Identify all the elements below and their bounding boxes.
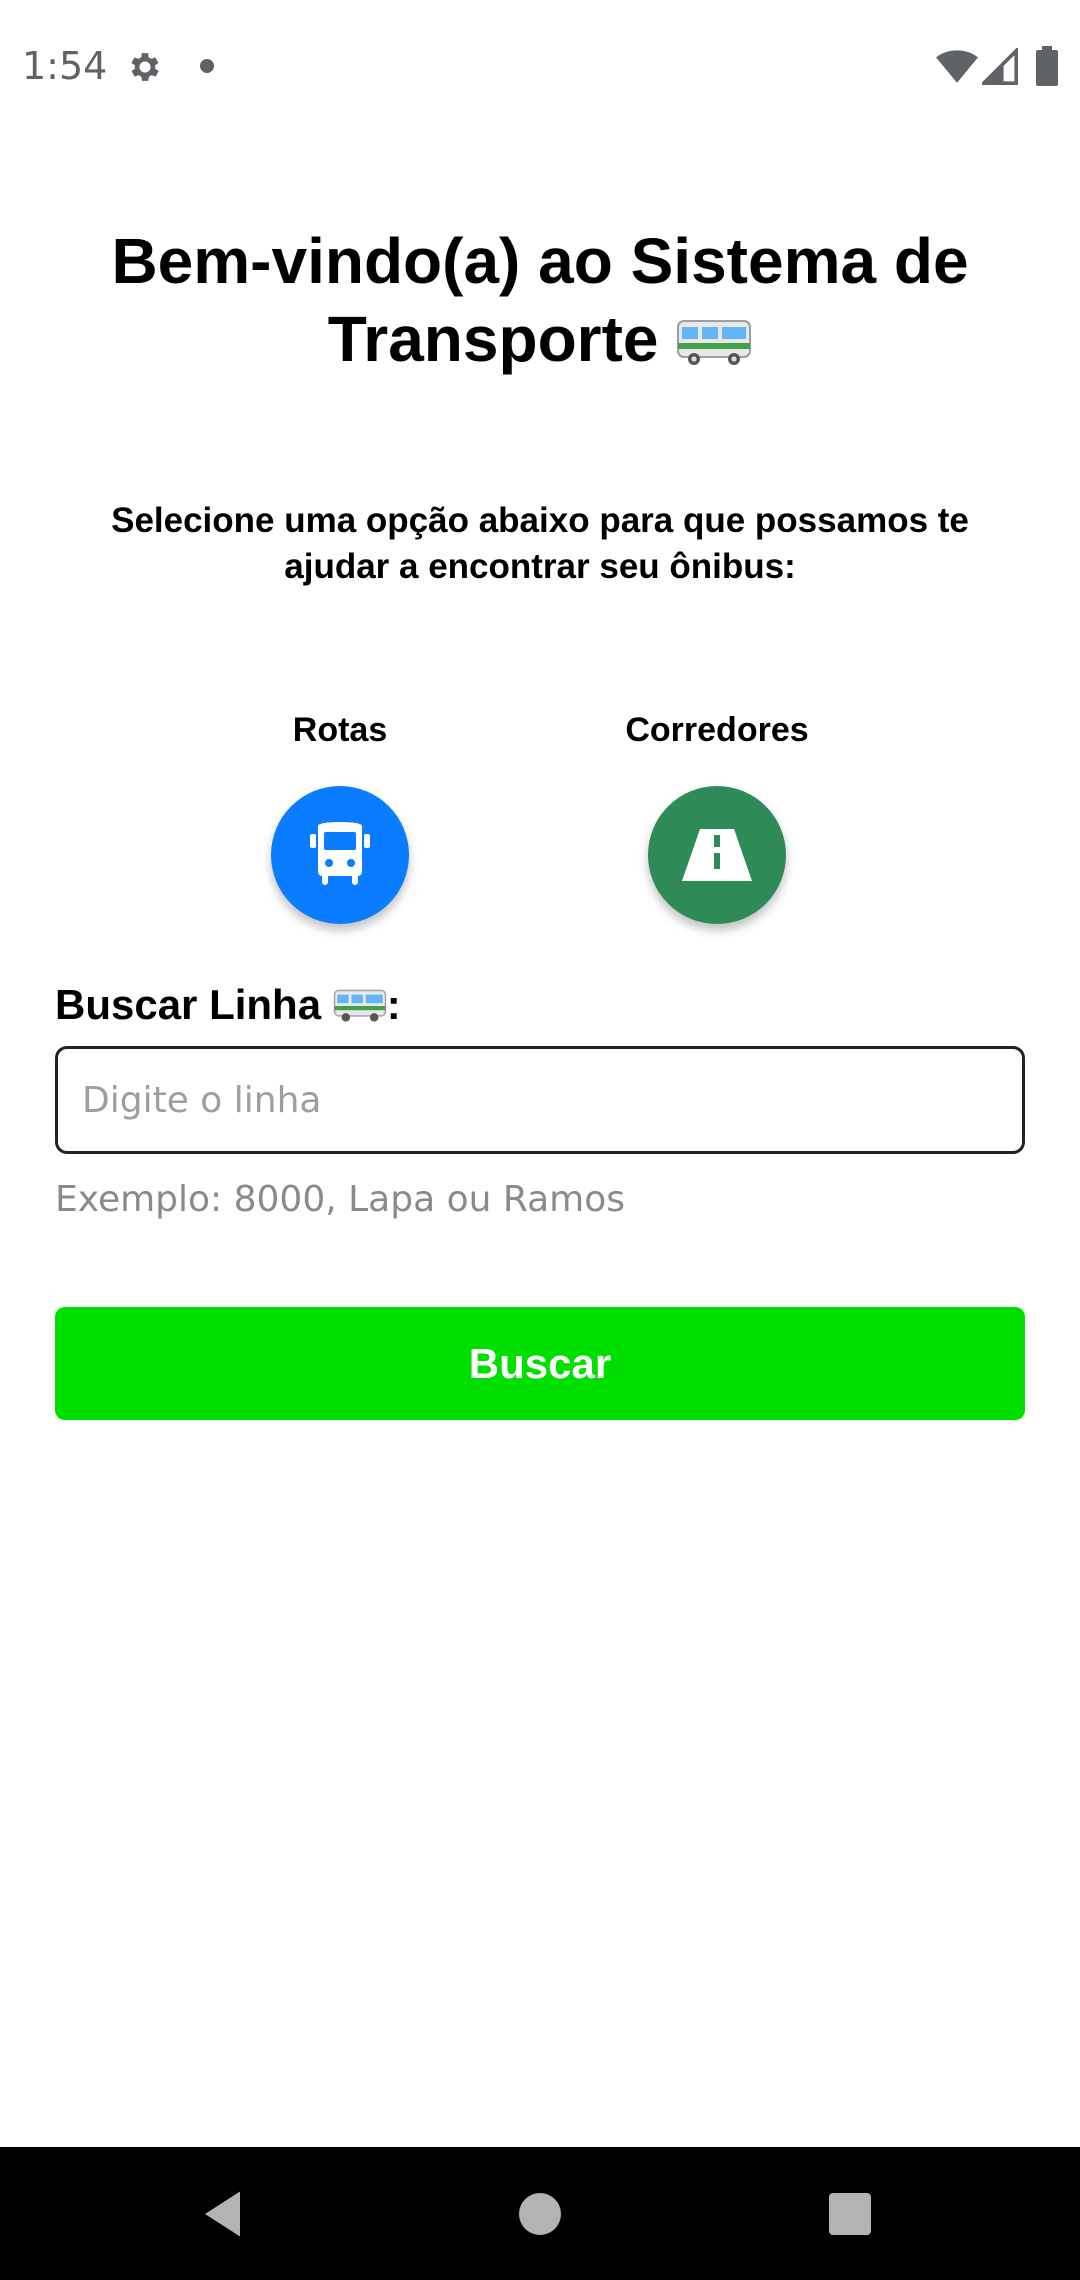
search-label-suffix: : (386, 981, 401, 1028)
option-corredores: Corredores (597, 705, 837, 924)
search-label: Buscar Linha : (55, 975, 401, 1035)
corredores-button[interactable] (648, 786, 786, 924)
search-label-text: Buscar Linha (55, 981, 322, 1028)
page-title-line2: Transporte (327, 303, 659, 375)
battery-icon (1036, 46, 1058, 86)
option-rotas-label: Rotas (292, 711, 388, 749)
signal-icon (982, 48, 1018, 85)
bus-emoji-icon (677, 320, 752, 365)
wifi-icon (936, 50, 978, 83)
notification-dot-icon (200, 59, 214, 73)
road-icon (682, 829, 752, 881)
search-input[interactable] (55, 1046, 1025, 1154)
back-icon[interactable] (200, 2189, 250, 2239)
recents-icon[interactable] (829, 2193, 871, 2235)
page-title: Bem-vindo(a) ao Sistema de Transporte (60, 222, 1020, 378)
navigation-bar (0, 2147, 1080, 2280)
subtitle: Selecione uma opção abaixo para que poss… (111, 501, 969, 586)
status-time: 1:54 (22, 44, 108, 88)
search-button[interactable]: Buscar (55, 1307, 1025, 1420)
option-corredores-label: Corredores (625, 711, 809, 749)
bus-icon (310, 822, 370, 885)
rotas-button[interactable] (271, 786, 409, 924)
search-helper-text: Exemplo: 8000, Lapa ou Ramos (55, 1179, 626, 1220)
page-title-line1: Bem-vindo(a) ao Sistema de (111, 225, 969, 297)
status-bar: 1:54 (0, 0, 1080, 135)
gear-icon (131, 53, 159, 81)
option-rotas: Rotas (220, 705, 460, 924)
home-icon[interactable] (519, 2193, 561, 2235)
bus-emoji-icon (333, 989, 386, 1022)
